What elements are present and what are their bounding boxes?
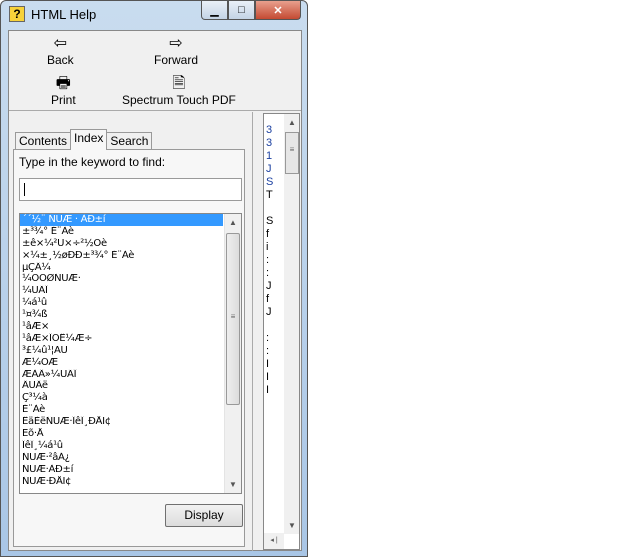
pane-splitter[interactable]	[252, 112, 256, 551]
index-list-item[interactable]: ÑÙÆ·ÀÐ±í	[20, 464, 223, 476]
keyword-input[interactable]	[19, 178, 242, 201]
navigation-pane: Contents Index Search Type in the keywor…	[9, 112, 251, 551]
index-list-item[interactable]: ÆÀÂ»¼ÙÃÎ	[20, 369, 223, 381]
tab-index[interactable]: Index	[70, 129, 108, 150]
index-list-item[interactable]: ÎêÎ¸¼á¹û	[20, 440, 223, 452]
index-list-item[interactable]: Æ¼ÖÆ	[20, 357, 223, 369]
topic-scroll-up-icon[interactable]: ▲	[284, 114, 299, 131]
tab-search[interactable]: Search	[106, 132, 153, 150]
back-button[interactable]: ⇦ Back	[47, 35, 74, 67]
scroll-thumb[interactable]: ≡	[226, 233, 240, 405]
index-list-item[interactable]: ±³¾° É¨Àè	[20, 226, 223, 238]
index-list-item[interactable]: ¼á¹û	[20, 297, 223, 309]
close-button[interactable]: ✕	[255, 1, 301, 20]
index-list-item[interactable]: ³£¼û¹¦ÄÜ	[20, 345, 223, 357]
topic-hscrollbar[interactable]: ◂ |	[264, 533, 284, 549]
window-title: HTML Help	[31, 6, 97, 22]
help-window: ? HTML Help ▁ □ ✕ ⇦ Back ⇨ Forward 🖶 Print …	[0, 0, 308, 557]
document-icon: 🗎	[172, 75, 186, 92]
topic-pane: 331JSTSfi::JfJ::III ▲ ≡ ▼ ◂ |	[263, 113, 300, 550]
index-list-item[interactable]: ±ê×¼²Ù×÷²½Öè	[20, 238, 223, 250]
index-list-item[interactable]: ¼ÙÃÎ	[20, 285, 223, 297]
index-list-item[interactable]: ÑÙÆ·ÐÅÏ¢	[20, 476, 223, 488]
index-list-item[interactable]: µÇÂ¼	[20, 262, 223, 274]
index-list-item[interactable]: Ëõ·Å	[20, 428, 223, 440]
index-list-item[interactable]: ¹¤¾ß	[20, 309, 223, 321]
help-icon: ?	[9, 6, 25, 22]
index-panel: Type in the keyword to find: ´´½¨ ÑÙÆ · …	[13, 149, 245, 547]
topic-text: 331JSTSfi::JfJ::III	[266, 124, 274, 396]
minimize-button[interactable]: ▁	[201, 1, 228, 20]
print-label: Print	[51, 93, 76, 107]
title-bar: ? HTML Help	[9, 6, 96, 22]
index-list-item[interactable]: ¹âÆ×ÎÓÊ¼Æ÷	[20, 333, 223, 345]
tab-contents[interactable]: Contents	[15, 132, 72, 150]
index-list[interactable]: ´´½¨ ÑÙÆ · ÀÐ±í ±³¾° É¨Àè ±ê×¼²Ù×÷²½Öè ×¼±¸…	[19, 213, 242, 494]
keyword-label: Type in the keyword to find:	[19, 155, 166, 169]
index-list-item[interactable]: É¨Àè	[20, 404, 223, 416]
forward-button[interactable]: ⇨ Forward	[154, 35, 198, 67]
index-list-item[interactable]: ¹âÆ×	[20, 321, 223, 333]
index-list-item[interactable]: ÑÙÆ·²âÁ¿	[20, 452, 223, 464]
forward-label: Forward	[154, 53, 199, 67]
index-list-item[interactable]: ¼ÓÔØÑÙÆ·	[20, 273, 223, 285]
scroll-down-icon[interactable]: ▼	[225, 476, 241, 493]
topic-scroll-down-icon[interactable]: ▼	[284, 517, 299, 534]
index-list-item[interactable]: ´´½¨ ÑÙÆ · ÀÐ±í	[20, 214, 223, 226]
index-list-item[interactable]: Ç³¼à	[20, 392, 223, 404]
printer-icon: 🖶	[55, 75, 71, 92]
back-arrow-icon: ⇦	[53, 35, 68, 52]
pdf-label: Spectrum Touch PDF	[122, 93, 236, 107]
maximize-button[interactable]: □	[228, 1, 255, 20]
index-list-item[interactable]: ÊäÈëÑÙÆ·ÎêÎ¸ÐÅÏ¢	[20, 416, 223, 428]
scroll-up-icon[interactable]: ▲	[225, 214, 241, 231]
back-label: Back	[47, 53, 74, 67]
index-list-item[interactable]: ×¼±¸½øÐÐ±³¾° É¨Àè	[20, 250, 223, 262]
topic-scroll-thumb[interactable]: ≡	[285, 132, 299, 174]
index-list-item[interactable]: ÂÜÂë	[20, 380, 223, 392]
topic-scrollbar[interactable]: ▲ ≡ ▼	[284, 114, 299, 534]
pdf-button[interactable]: 🗎 Spectrum Touch PDF	[122, 75, 236, 107]
toolbar: ⇦ Back ⇨ Forward 🖶 Print 🗎 Spectrum Touch PD…	[9, 31, 301, 111]
list-scrollbar[interactable]: ▲ ≡ ▼	[224, 214, 241, 493]
forward-arrow-icon: ⇨	[169, 35, 183, 52]
display-button[interactable]: Display	[165, 504, 243, 527]
print-button[interactable]: 🖶 Print	[51, 75, 76, 107]
